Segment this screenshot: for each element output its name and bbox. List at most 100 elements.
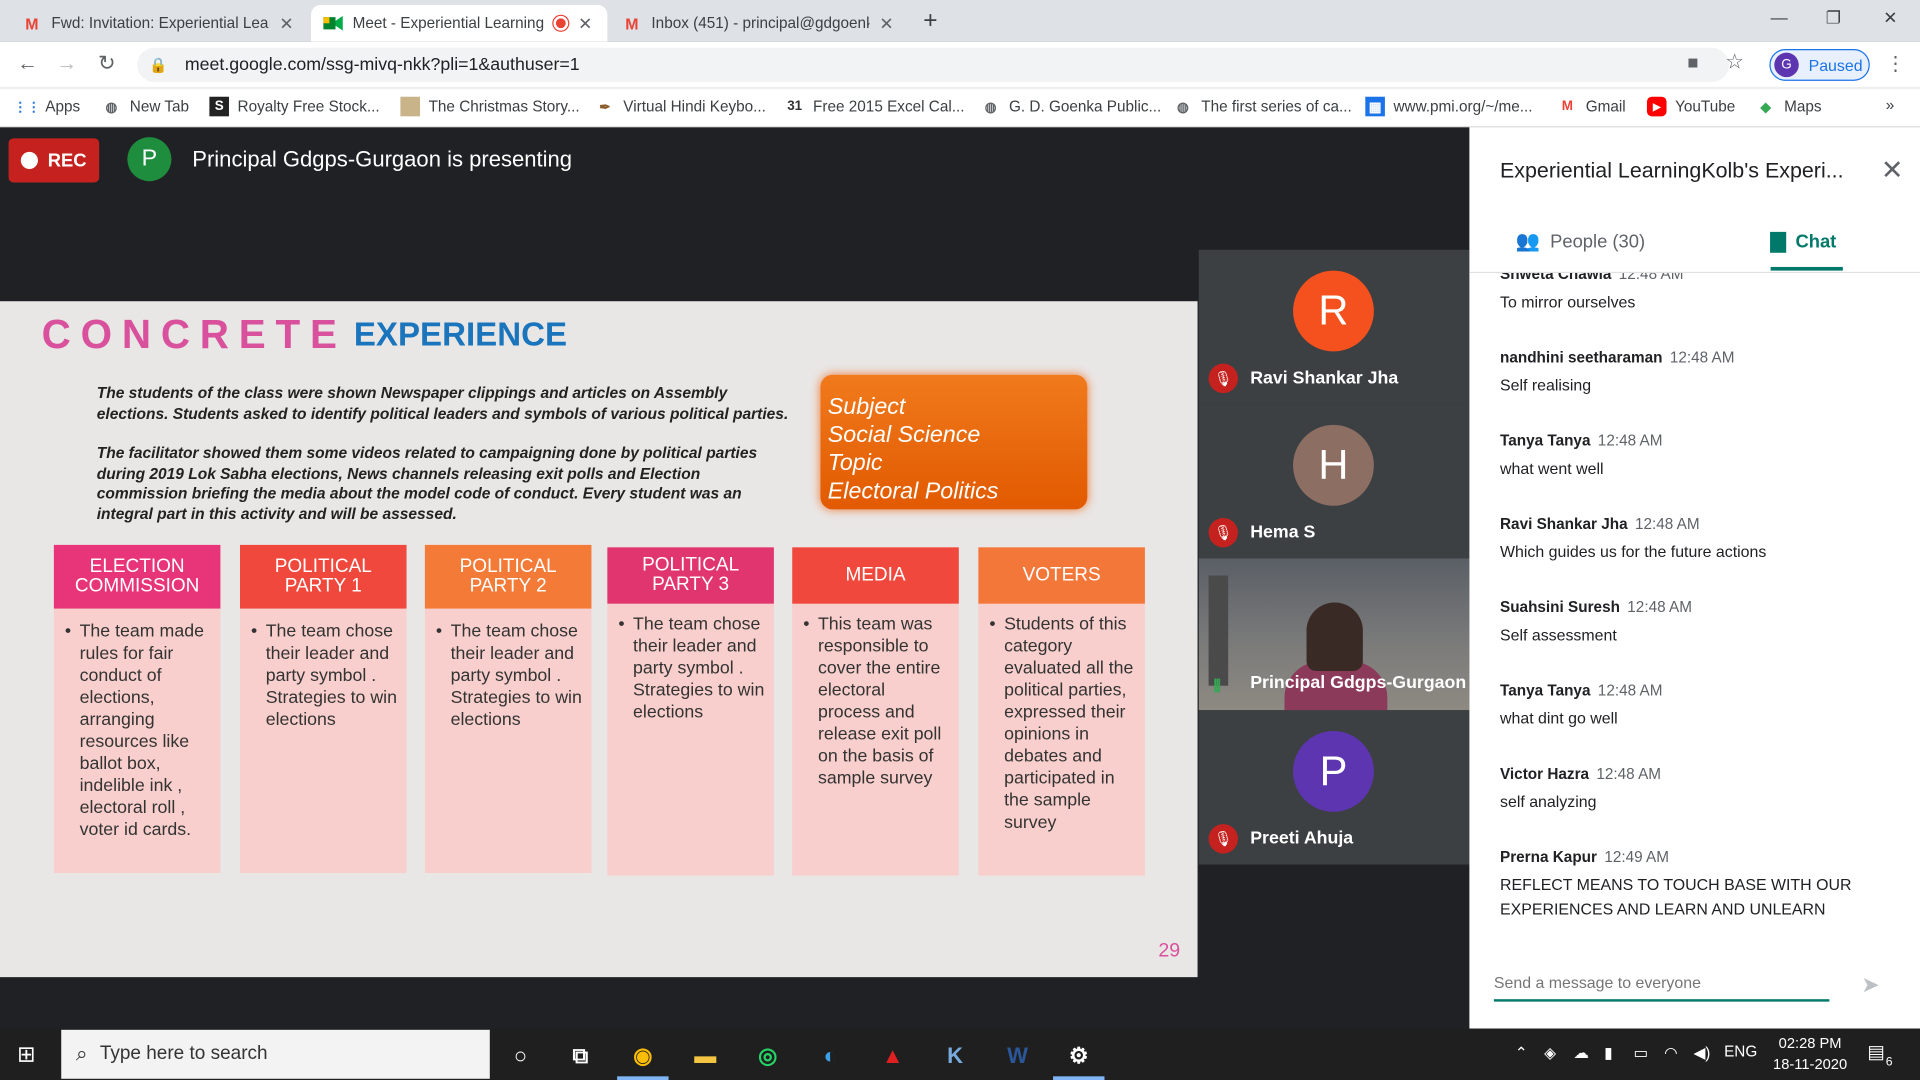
participant-name: Principal Gdgps-Gurgaon	[1250, 673, 1467, 694]
tab-title: Fwd: Invitation: Experiential Learn	[51, 14, 270, 32]
tab-meet[interactable]: Meet - Experiential Learning ✕	[311, 4, 608, 42]
panel-title: Experiential LearningKolb's Experi...	[1500, 157, 1844, 183]
restore-icon[interactable]: ❐	[1826, 7, 1841, 28]
acrobat-icon[interactable]: ▲	[874, 1038, 911, 1072]
tab-title: Inbox (451) - principal@gdgoenk	[651, 14, 870, 32]
cortana-icon[interactable]: ○	[502, 1038, 539, 1072]
bookmark-apps[interactable]: ⋮⋮ Apps	[13, 97, 80, 117]
minimize-icon[interactable]: —	[1771, 7, 1788, 27]
bookmark-first-series[interactable]: ◍ The first series of ca...	[1173, 97, 1352, 117]
close-icon[interactable]: ✕	[1881, 154, 1904, 186]
record-dot-icon	[20, 151, 38, 169]
send-icon[interactable]: ➤	[1861, 972, 1879, 998]
participant-tile-preeti[interactable]: P 🎙 Preeti Ahuja	[1198, 710, 1470, 865]
notification-count: 6	[1885, 1055, 1893, 1069]
back-icon[interactable]: ←	[17, 51, 38, 75]
forward-icon[interactable]: →	[56, 51, 77, 75]
active-tab-indicator	[1770, 266, 1843, 271]
participant-tile-ravi[interactable]: R 🎙 Ravi Shankar Jha	[1198, 249, 1470, 405]
column-body: Students of this category evaluated all …	[989, 613, 1137, 833]
onedrive-icon[interactable]: ☁	[1573, 1043, 1588, 1061]
column-body: The team chose their leader and party sy…	[436, 621, 584, 731]
bookmark-royalty-free[interactable]: S Royalty Free Stock...	[209, 96, 380, 117]
lock-icon: 🔒	[149, 56, 168, 74]
chat-icon: ▇	[1770, 231, 1786, 253]
notifications-icon[interactable]: ▤	[1867, 1041, 1884, 1063]
column-election-commission: ELECTION COMMISSION The team made rules …	[53, 544, 221, 874]
bookmark-gmail[interactable]: M Gmail	[1558, 97, 1626, 117]
file-explorer-icon[interactable]: ▬	[687, 1038, 724, 1072]
tab-chat[interactable]: ▇ Chat	[1771, 229, 1837, 253]
chat-message-list[interactable]: Shweta Chawla 12:48 AM To mirror ourselve…	[1469, 273, 1920, 939]
avatar: P	[1293, 731, 1374, 812]
youtube-icon: ▶	[1646, 96, 1667, 117]
reload-icon[interactable]: ↻	[98, 51, 115, 75]
browser-tab-bar: M Fwd: Invitation: Experiential Learn ✕ …	[0, 0, 1920, 42]
dropbox-icon[interactable]: ◈	[1544, 1043, 1556, 1061]
close-window-icon[interactable]: ✕	[1883, 7, 1897, 28]
word-icon[interactable]: W	[999, 1038, 1036, 1072]
language-indicator[interactable]: ENG	[1724, 1043, 1757, 1060]
participant-video-principal[interactable]: ⦀ Principal Gdgps-Gurgaon	[1198, 558, 1470, 711]
bookmark-pmi[interactable]: ▦ www.pmi.org/~/me...	[1365, 96, 1533, 117]
participant-tile-hema[interactable]: H 🎙 Hema S	[1198, 404, 1470, 559]
task-view-icon[interactable]: ⧉	[562, 1038, 599, 1072]
microphone-icon[interactable]: ▮	[1604, 1043, 1612, 1061]
participant-name: Hema S	[1250, 522, 1316, 543]
meet-icon	[323, 13, 343, 33]
close-tab-icon[interactable]: ✕	[277, 13, 297, 34]
tab-gmail-invitation[interactable]: M Fwd: Invitation: Experiential Learn ✕	[10, 5, 309, 42]
slide-paragraph-1: The students of the class were shown New…	[96, 384, 789, 422]
chat-message: Ravi Shankar Jha 12:48 AM Which guides us…	[1500, 515, 1767, 561]
close-tab-icon[interactable]: ✕	[576, 13, 596, 34]
bookmark-maps[interactable]: ◆ Maps	[1756, 97, 1822, 117]
avatar: G	[1774, 52, 1799, 78]
new-tab-icon[interactable]: +	[923, 7, 937, 35]
avatar: H	[1293, 424, 1374, 506]
profile-button[interactable]: G Paused	[1769, 48, 1870, 81]
edge-icon[interactable]: ◐	[812, 1038, 849, 1072]
bookmark-christmas-story[interactable]: The Christmas Story...	[400, 96, 580, 117]
column-head: POLITICAL PARTY 3	[607, 547, 774, 604]
gmail-icon: M	[1561, 99, 1573, 114]
wifi-icon[interactable]: ◠	[1664, 1043, 1677, 1061]
address-bar[interactable]: 🔒 meet.google.com/ssg-mivq-nkk?pli=1&aut…	[137, 47, 1729, 83]
chat-message: nandhini seetharaman 12:48 AM Self realis…	[1500, 348, 1735, 395]
tray-chevron-icon[interactable]: ⌃	[1515, 1043, 1528, 1061]
chrome-icon[interactable]: ◉	[624, 1038, 661, 1072]
whatsapp-icon[interactable]: ◎	[749, 1038, 786, 1072]
meeting-details-panel: Experiential LearningKolb's Experi... ✕ …	[1469, 127, 1920, 1029]
close-tab-icon[interactable]: ✕	[877, 13, 897, 34]
presentation-slide: CONCRETE EXPERIENCE The students of the …	[0, 301, 1198, 978]
globe-icon: ◍	[984, 99, 997, 115]
tab-people[interactable]: 👥 People (30)	[1516, 229, 1645, 253]
column-political-party-3: POLITICAL PARTY 3 The team chose their l…	[607, 547, 774, 876]
volume-icon[interactable]: ◀)	[1693, 1043, 1710, 1061]
bookmark-youtube[interactable]: ▶ YouTube	[1646, 96, 1735, 117]
taskbar-clock[interactable]: 02:28 PM 18-11-2020	[1773, 1033, 1847, 1075]
chat-message: Suahsini Suresh 12:48 AM Self assessment	[1500, 598, 1692, 645]
shutterstock-icon: S	[209, 96, 229, 117]
gmail-icon: M	[25, 14, 39, 33]
bookmarks-bar: ⋮⋮ Apps ◍ New Tab S Royalty Free Stock... T…	[0, 88, 1920, 128]
column-body: The team chose their leader and party sy…	[251, 621, 399, 731]
more-bookmarks-icon[interactable]: »	[1886, 97, 1895, 114]
column-head: MEDIA	[792, 547, 959, 604]
star-icon[interactable]: ☆	[1725, 50, 1744, 74]
bookmark-excel-calendar[interactable]: 31 Free 2015 Excel Cal...	[785, 97, 964, 117]
bookmark-hindi-keyboard[interactable]: ✒ Virtual Hindi Keybo...	[595, 97, 766, 117]
windows-start-icon[interactable]: ⊞	[17, 1042, 35, 1068]
menu-icon[interactable]: ⋮	[1886, 51, 1906, 75]
bookmark-gd-goenka[interactable]: ◍ G. D. Goenka Public...	[981, 97, 1162, 117]
camera-icon[interactable]: ■	[1687, 53, 1698, 74]
tab-gmail-inbox[interactable]: M Inbox (451) - principal@gdgoenk ✕	[610, 5, 909, 42]
taskbar-search[interactable]: ⌕ Type here to search	[61, 1029, 490, 1079]
kolibri-icon[interactable]: K	[937, 1038, 974, 1072]
chat-message: Tanya Tanya 12:48 AM what went well	[1500, 432, 1663, 478]
chat-message-input[interactable]	[1493, 973, 1830, 992]
background-shelf	[1208, 575, 1229, 686]
battery-icon[interactable]: ▭	[1633, 1043, 1647, 1061]
slide-page-number: 29	[1158, 940, 1181, 962]
bookmark-new-tab[interactable]: ◍ New Tab	[102, 97, 190, 117]
settings-icon[interactable]: ⚙	[1060, 1038, 1097, 1072]
